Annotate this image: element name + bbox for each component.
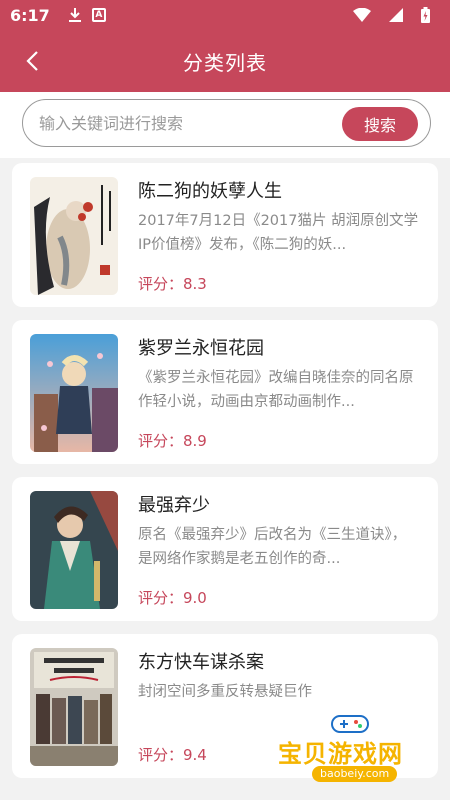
back-button[interactable] xyxy=(18,47,46,75)
book-score: 评分：9.4 xyxy=(138,746,207,764)
book-score: 评分：9.0 xyxy=(138,589,207,607)
app-bar: 分类列表 xyxy=(0,30,450,92)
search-box: 搜索 xyxy=(22,99,431,147)
wifi-icon xyxy=(353,8,371,22)
search-input[interactable] xyxy=(39,108,339,138)
book-description: 《紫罗兰永恒花园》改编自晓佳奈的同名原作轻小说，动画由京都动画制作... xyxy=(138,370,414,410)
watermark-text: 宝贝游戏网 xyxy=(278,740,403,768)
book-card[interactable]: 最强弃少 原名《最强弃少》后改名为《三生道诀》，是网络作家鹅是老五创作的奇...… xyxy=(12,477,438,621)
book-score: 评分：8.3 xyxy=(138,275,207,293)
back-chevron-icon xyxy=(26,51,38,71)
book-title: 紫罗兰永恒花园 xyxy=(138,338,264,359)
gamepad-icon xyxy=(331,715,369,733)
battery-icon xyxy=(421,7,430,23)
site-watermark: 宝贝游戏网 baobeiy.com xyxy=(272,712,432,792)
book-description: 2017年7月12日《2017猫片 胡润原创文学IP价值榜》发布，《陈二狗的妖.… xyxy=(138,213,419,253)
search-bar: 搜索 xyxy=(0,92,450,158)
page-title: 分类列表 xyxy=(183,50,267,75)
search-button[interactable]: 搜索 xyxy=(342,107,418,141)
watermark-url: baobeiy.com xyxy=(312,766,398,782)
status-bar: 6:17 A xyxy=(0,0,450,30)
book-cover-image xyxy=(30,648,118,766)
book-score: 评分：8.9 xyxy=(138,432,207,450)
book-card[interactable]: 陈二狗的妖孽人生 2017年7月12日《2017猫片 胡润原创文学IP价值榜》发… xyxy=(12,163,438,307)
book-title: 东方快车谋杀案 xyxy=(138,652,264,673)
status-time: 6:17 xyxy=(10,5,50,25)
book-description: 原名《最强弃少》后改名为《三生道诀》，是网络作家鹅是老五创作的奇... xyxy=(138,527,407,567)
signal-icon xyxy=(389,8,403,22)
book-cover-image xyxy=(30,334,118,452)
a-app-icon: A xyxy=(91,8,106,22)
book-title: 陈二狗的妖孽人生 xyxy=(138,181,282,202)
book-cover-image xyxy=(30,491,118,609)
book-cover-image xyxy=(30,177,118,295)
book-card[interactable]: 紫罗兰永恒花园 《紫罗兰永恒花园》改编自晓佳奈的同名原作轻小说，动画由京都动画制… xyxy=(12,320,438,464)
download-icon xyxy=(68,7,82,23)
book-title: 最强弃少 xyxy=(138,495,210,516)
